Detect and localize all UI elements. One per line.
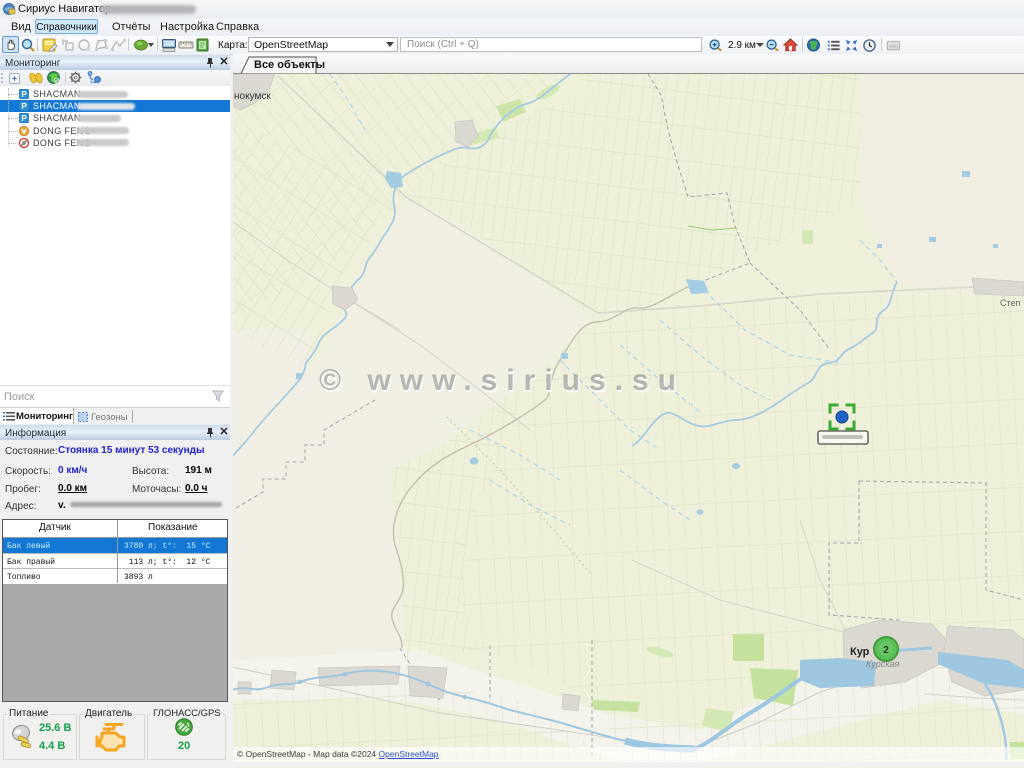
svg-text:2: 2 xyxy=(883,645,889,656)
svg-text:Кур: Кур xyxy=(850,646,870,658)
svg-text:Степ: Степ xyxy=(1000,298,1021,308)
svg-text:P: P xyxy=(21,114,27,123)
svg-text:P: P xyxy=(21,102,27,111)
svg-text:P: P xyxy=(21,90,27,99)
svg-text:нокумск: нокумск xyxy=(234,91,271,102)
